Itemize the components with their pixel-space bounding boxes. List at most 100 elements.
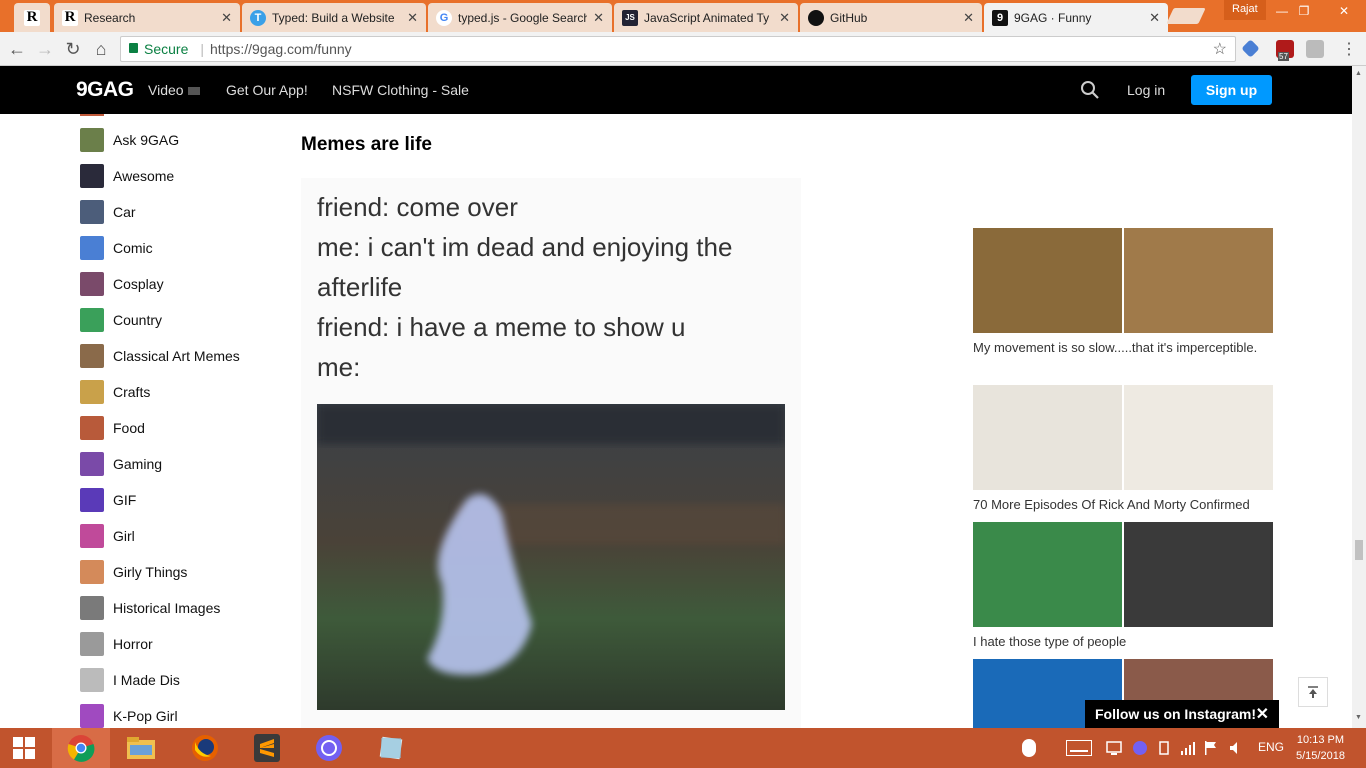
page-scrollbar[interactable]: ▲ ▼ (1352, 66, 1366, 728)
close-icon[interactable]: ✕ (407, 10, 418, 26)
taskbar-firefox[interactable] (176, 728, 234, 768)
taskbar-file-explorer[interactable] (112, 728, 170, 768)
close-icon[interactable]: ✕ (963, 10, 974, 26)
volume-icon[interactable] (1228, 740, 1244, 759)
sidebar-category[interactable]: Classical Art Memes (80, 344, 240, 368)
scroll-down-icon[interactable]: ▼ (1355, 714, 1362, 721)
google-favicon-icon: G (436, 9, 452, 26)
sidebar-category[interactable]: Horror (80, 632, 153, 656)
nav-get-app[interactable]: Get Our App! (226, 82, 308, 98)
viber-tray-icon[interactable] (1132, 740, 1148, 759)
power-icon[interactable] (1156, 740, 1172, 759)
taskbar-notes-app[interactable] (362, 728, 420, 768)
secure-label: Secure (144, 41, 189, 57)
close-icon[interactable]: ✕ (1149, 10, 1160, 26)
meme-text-line: me: (317, 352, 361, 382)
menu-icon[interactable]: ⋮ (1338, 38, 1360, 60)
restore-icon[interactable]: ❐ (1286, 0, 1322, 22)
site-logo[interactable]: 9GAG (76, 78, 134, 102)
sidebar-category[interactable]: Crafts (80, 380, 150, 404)
meme-text-line: me: i can't im dead and enjoying the (317, 232, 733, 262)
tab-typed[interactable]: T Typed: Build a Website ✕ (242, 3, 426, 32)
sidebar-category[interactable]: Awesome (80, 164, 174, 188)
rail-caption[interactable]: My movement is so slow.....that it's imp… (973, 338, 1273, 358)
start-button[interactable] (0, 728, 48, 768)
sidebar-category[interactable]: Car (80, 200, 136, 224)
scroll-up-icon[interactable]: ▲ (1355, 70, 1362, 77)
url-text[interactable]: https://9gag.com/funny (210, 41, 352, 57)
nav-video[interactable]: Video (148, 82, 200, 98)
tab-javascript-animated[interactable]: JS JavaScript Animated Ty ✕ (614, 3, 798, 32)
rail-thumbnail[interactable] (973, 385, 1273, 490)
taskbar-chrome[interactable] (52, 728, 110, 768)
scroll-thumb[interactable] (1355, 540, 1363, 560)
address-bar[interactable]: Secure | https://9gag.com/funny ☆ (120, 36, 1236, 62)
clock-date: 5/15/2018 (1296, 750, 1345, 762)
instagram-banner[interactable]: Follow us on Instagram! ✕ (1085, 700, 1279, 728)
category-thumb (80, 416, 104, 440)
tab-research[interactable]: R Research ✕ (54, 3, 240, 32)
taskbar-sublime[interactable] (238, 728, 296, 768)
sidebar-category[interactable]: GIF (80, 488, 136, 512)
sidebar-category[interactable]: K-Pop Girl (80, 704, 178, 728)
ublock-icon[interactable]: 57 (1276, 40, 1294, 61)
nav-nsfw-clothing[interactable]: NSFW Clothing - Sale (332, 82, 469, 98)
post-title[interactable]: Memes are life (301, 134, 432, 156)
sidebar-category[interactable]: Food (80, 416, 145, 440)
rail-thumbnail[interactable] (973, 228, 1273, 333)
display-icon[interactable] (1106, 740, 1122, 759)
reload-icon[interactable]: ↻ (62, 38, 84, 60)
new-tab-button[interactable] (1166, 8, 1206, 24)
tab-github[interactable]: GitHub ✕ (800, 3, 982, 32)
sidebar-category[interactable]: Girl (80, 524, 135, 548)
flag-icon[interactable] (1204, 740, 1218, 759)
profile-button[interactable]: Rajat (1224, 0, 1266, 20)
login-link[interactable]: Log in (1127, 82, 1165, 98)
sidebar-category[interactable]: Cosplay (80, 272, 164, 296)
close-icon[interactable]: ✕ (1256, 704, 1269, 724)
category-thumb (80, 200, 104, 224)
category-thumb (80, 308, 104, 332)
rail-thumbnail[interactable] (973, 522, 1273, 627)
rail-caption[interactable]: 70 More Episodes Of Rick And Morty Confi… (973, 495, 1273, 515)
star-icon[interactable]: ☆ (1213, 39, 1227, 59)
search-icon[interactable] (1080, 80, 1100, 100)
sidebar-category[interactable]: Country (80, 308, 162, 332)
tab-pinned-r[interactable]: R (14, 3, 50, 32)
extension-puzzle-icon[interactable] (1306, 40, 1324, 58)
sidebar-category[interactable]: Comic (80, 236, 153, 260)
sidebar-category[interactable]: Ask 9GAG (80, 128, 179, 152)
keyboard-icon[interactable] (1066, 740, 1092, 759)
forward-icon[interactable]: → (34, 38, 56, 60)
tab-google-search[interactable]: G typed.js - Google Search ✕ (428, 3, 612, 32)
secure-indicator[interactable]: Secure (129, 41, 188, 57)
touchpad-icon[interactable] (1018, 737, 1040, 762)
category-label: GIF (113, 492, 137, 508)
signup-button[interactable]: Sign up (1191, 75, 1272, 105)
close-icon[interactable]: ✕ (593, 10, 604, 26)
back-icon[interactable]: ← (6, 38, 28, 60)
close-window-icon[interactable]: ✕ (1322, 0, 1366, 22)
sidebar-category[interactable]: Gaming (80, 452, 162, 476)
close-icon[interactable]: ✕ (779, 10, 790, 26)
tab-9gag[interactable]: 9 9GAG · Funny ✕ (984, 3, 1168, 32)
category-label: Horror (113, 636, 153, 652)
extension-badge: 57 (1278, 52, 1289, 61)
language-indicator[interactable]: ENG (1258, 740, 1284, 754)
rail-thumbnail-half (973, 385, 1122, 490)
close-icon[interactable]: ✕ (221, 10, 232, 26)
taskbar-viber[interactable] (300, 728, 358, 768)
category-label: I Made Dis (113, 672, 180, 688)
sidebar-category[interactable]: I Made Dis (80, 668, 180, 692)
category-label: Cosplay (113, 276, 164, 292)
back-to-top-button[interactable] (1298, 677, 1328, 707)
extension-diamond-icon[interactable] (1241, 39, 1260, 58)
system-clock[interactable]: 10:13 PM 5/15/2018 (1296, 732, 1345, 764)
sidebar-category[interactable]: Historical Images (80, 596, 220, 620)
sidebar-category[interactable]: Girly Things (80, 560, 187, 584)
network-icon[interactable] (1180, 740, 1196, 759)
meme-image[interactable]: friend: come over me: i can't im dead an… (301, 178, 801, 728)
home-icon[interactable]: ⌂ (90, 38, 112, 60)
rail-caption[interactable]: I hate those type of people (973, 632, 1273, 652)
clock-time: 10:13 PM (1296, 734, 1345, 746)
